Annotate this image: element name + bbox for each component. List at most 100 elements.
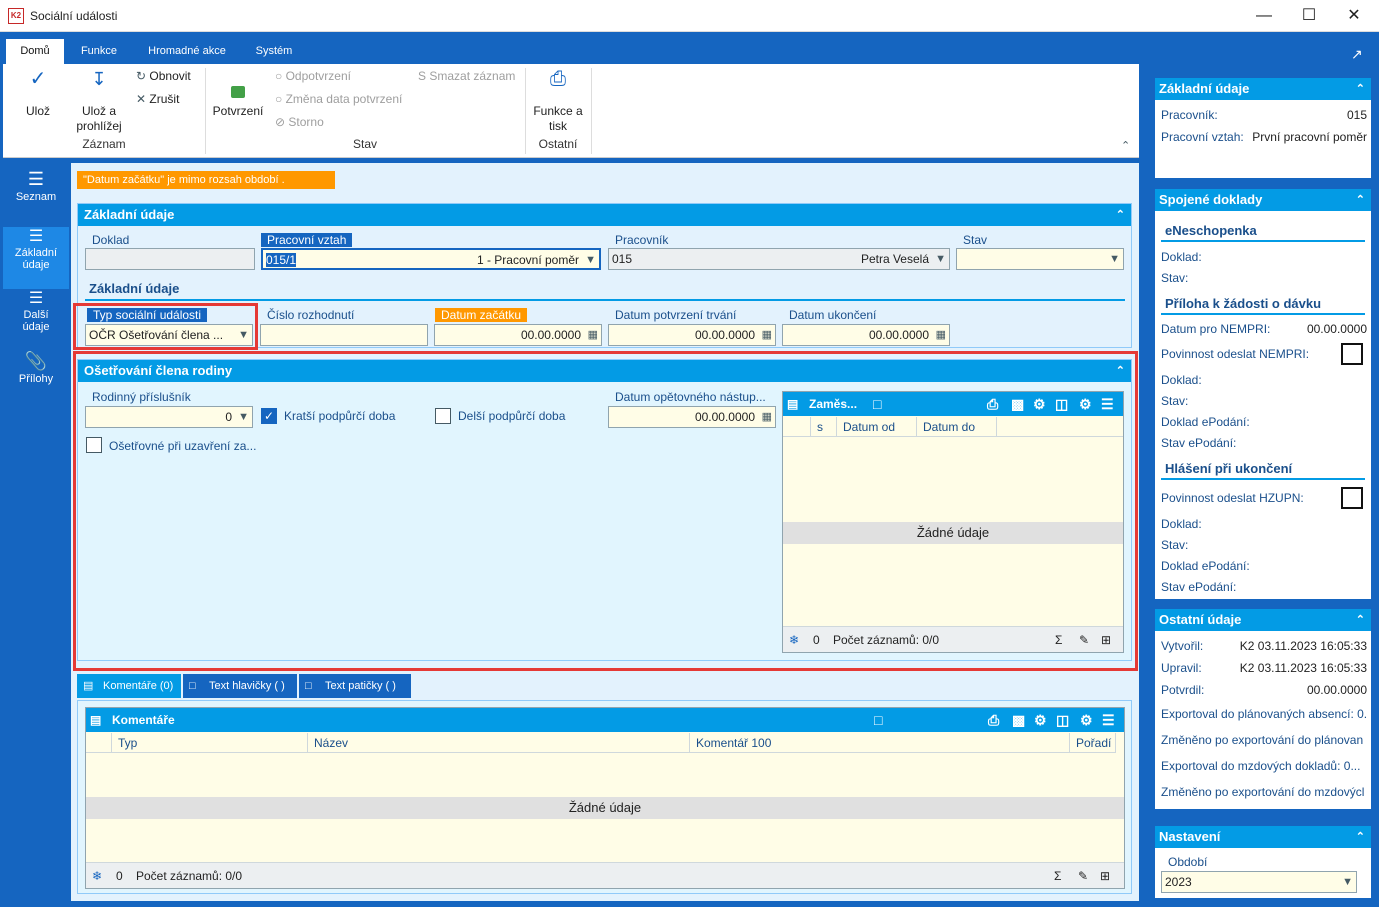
add-row-icon[interactable]: ⊞: [1100, 863, 1110, 889]
columns-icon[interactable]: ◫: [1055, 392, 1068, 416]
sidebar-item-prilohy[interactable]: 📎 Přílohy: [3, 352, 69, 403]
dropdown-icon[interactable]: ▼: [1342, 872, 1353, 892]
tree-icon[interactable]: ⚙: [1033, 392, 1046, 416]
new-record-icon[interactable]: □: [873, 392, 881, 416]
grid-col-datum-od[interactable]: Datum od: [837, 417, 917, 437]
refresh-button[interactable]: ↻ Obnovit: [136, 69, 191, 83]
empty-message: Žádné údaje: [783, 522, 1123, 544]
tab-hromadne-akce[interactable]: Hromadné akce: [135, 39, 239, 64]
tab-funkce[interactable]: Funkce: [69, 39, 129, 64]
info-row: Povinnost odeslat HZUPN:: [1161, 491, 1367, 505]
kratsi-checkbox[interactable]: ✓: [261, 408, 277, 424]
add-row-icon[interactable]: ⊞: [1101, 627, 1111, 653]
info-key: Změněno po exportování do plánovan: [1161, 733, 1364, 747]
grid-columns: s Datum od Datum do: [783, 417, 1123, 437]
change-confirm-date-button[interactable]: ○ Změna data potvrzení: [275, 92, 402, 106]
functions-print-button[interactable]: ⎙ Funkce a tisk: [529, 69, 587, 134]
confirm-button[interactable]: Potvrzení: [209, 72, 267, 119]
collapse-ribbon-icon[interactable]: ⌃: [1121, 139, 1130, 152]
settings-icon[interactable]: ⚙: [1080, 708, 1093, 732]
popout-icon[interactable]: ↗: [1351, 46, 1363, 63]
info-row: Potvrdil: 00.00.0000: [1161, 683, 1367, 697]
print-icon[interactable]: ⎙: [988, 708, 999, 732]
obdobi-select[interactable]: 2023 ▼: [1161, 871, 1357, 893]
new-record-icon[interactable]: □: [874, 708, 882, 732]
info-key: Stav ePodání:: [1161, 580, 1237, 594]
stav-field[interactable]: ▼: [956, 248, 1124, 270]
settings-icon[interactable]: ⚙: [1079, 392, 1092, 416]
grid-col-nazev[interactable]: Název: [308, 733, 690, 753]
edit-icon[interactable]: ✎: [1078, 863, 1088, 889]
doklad-field[interactable]: [85, 248, 255, 270]
columns-icon[interactable]: ◫: [1056, 708, 1069, 732]
menu-icon[interactable]: ☰: [1102, 708, 1115, 732]
calendar-icon[interactable]: ▦: [762, 325, 772, 345]
rodinny-field[interactable]: 0 ▼: [85, 406, 253, 428]
calendar-icon[interactable]: ▦: [936, 325, 946, 345]
info-key: Stav:: [1161, 394, 1189, 408]
delete-record-button[interactable]: S Smazat záznam: [418, 69, 515, 83]
cancel-button[interactable]: ✕ Zrušit: [136, 92, 179, 106]
uzavreni-checkbox[interactable]: [86, 437, 102, 453]
kratsi-label: Kratší podpůrčí doba: [284, 409, 396, 423]
tab-text-paticky[interactable]: □ Text patičky ( ): [299, 674, 411, 698]
grid-col-komentar[interactable]: Komentář 100: [690, 733, 1070, 753]
grid-col-typ[interactable]: Typ: [112, 733, 308, 753]
sidebar-item-label: Další údaje: [22, 309, 50, 333]
chevron-up-icon[interactable]: ⌃: [1356, 189, 1365, 211]
grid-col-s[interactable]: s: [811, 417, 837, 437]
hzupn-checkbox[interactable]: [1341, 487, 1363, 509]
potvrzeni-field[interactable]: 00.00.0000 ▦: [608, 324, 776, 346]
grid-columns: Typ Název Komentář 100 Pořadí: [86, 733, 1116, 753]
print-icon[interactable]: ⎙: [987, 392, 998, 416]
chart-icon[interactable]: ▩: [1012, 708, 1025, 732]
grid-col-poradi[interactable]: Pořadí: [1070, 733, 1116, 753]
cislo-field[interactable]: [260, 324, 428, 346]
menu-icon[interactable]: ☰: [1101, 392, 1114, 416]
edit-icon[interactable]: ✎: [1079, 627, 1089, 653]
tab-system[interactable]: Systém: [246, 39, 302, 64]
tab-domu[interactable]: Domů: [6, 39, 64, 64]
nastup-field[interactable]: 00.00.0000 ▦: [608, 406, 776, 428]
chevron-up-icon[interactable]: ⌃: [1356, 609, 1365, 631]
delete-record-label: Smazat záznam: [429, 69, 516, 83]
unconfirm-button[interactable]: ○ Odpotvrzení: [275, 69, 351, 83]
freeze-icon[interactable]: ❄: [92, 863, 102, 889]
tree-icon[interactable]: ⚙: [1034, 708, 1047, 732]
cislo-label: Číslo rozhodnutí: [267, 308, 355, 322]
save-and-view-button[interactable]: ↧ Ulož a prohlížej: [69, 70, 129, 134]
dropdown-icon[interactable]: ▼: [238, 407, 249, 427]
tab-text-hlavicky[interactable]: □ Text hlavičky ( ): [183, 674, 297, 698]
close-button[interactable]: ✕: [1331, 0, 1377, 31]
minimize-button[interactable]: —: [1241, 0, 1287, 31]
delsi-checkbox[interactable]: [435, 408, 451, 424]
pracovni-vztah-label: Pracovní vztah: [261, 233, 353, 247]
maximize-button[interactable]: ☐: [1286, 0, 1332, 31]
sum-icon[interactable]: Σ: [1054, 863, 1061, 889]
sidebar-item-seznam[interactable]: ☰ Seznam: [3, 169, 69, 225]
chevron-up-icon[interactable]: ⌃: [1356, 78, 1365, 100]
calendar-icon[interactable]: ▦: [762, 407, 772, 427]
pracovni-vztah-field[interactable]: 015/1 1 - Pracovní poměr ▼: [261, 248, 601, 270]
calendar-icon[interactable]: ▦: [588, 325, 598, 345]
nempri-checkbox[interactable]: [1341, 343, 1363, 365]
tab-komentare[interactable]: ▤ Komentáře (0): [77, 674, 181, 698]
chart-icon[interactable]: ▩: [1011, 392, 1024, 416]
freeze-icon[interactable]: ❄: [789, 627, 799, 653]
chevron-up-icon[interactable]: ⌃: [1116, 204, 1125, 226]
sum-icon[interactable]: Σ: [1055, 627, 1062, 653]
dropdown-icon[interactable]: ▼: [585, 250, 596, 268]
dropdown-icon[interactable]: ▼: [935, 249, 946, 269]
save-button[interactable]: ✓ Ulož: [13, 69, 63, 119]
pracovnik-field[interactable]: 015 Petra Veselá ▼: [608, 248, 950, 270]
ukonceni-field[interactable]: 00.00.0000 ▦: [782, 324, 950, 346]
sidebar-item-zakladni-udaje[interactable]: ☰ Základní údaje: [3, 227, 69, 289]
window-title: Sociální události: [30, 9, 118, 23]
zacatek-field[interactable]: 00.00.0000 ▦: [434, 324, 602, 346]
chevron-up-icon[interactable]: ⌃: [1356, 826, 1365, 848]
info-row: Doklad:: [1161, 250, 1367, 264]
sidebar-item-dalsi-udaje[interactable]: ☰ Další údaje: [3, 291, 69, 349]
dropdown-icon[interactable]: ▼: [1109, 249, 1120, 269]
storno-button[interactable]: ⊘ Storno: [275, 115, 324, 129]
grid-col-datum-do[interactable]: Datum do: [917, 417, 997, 437]
